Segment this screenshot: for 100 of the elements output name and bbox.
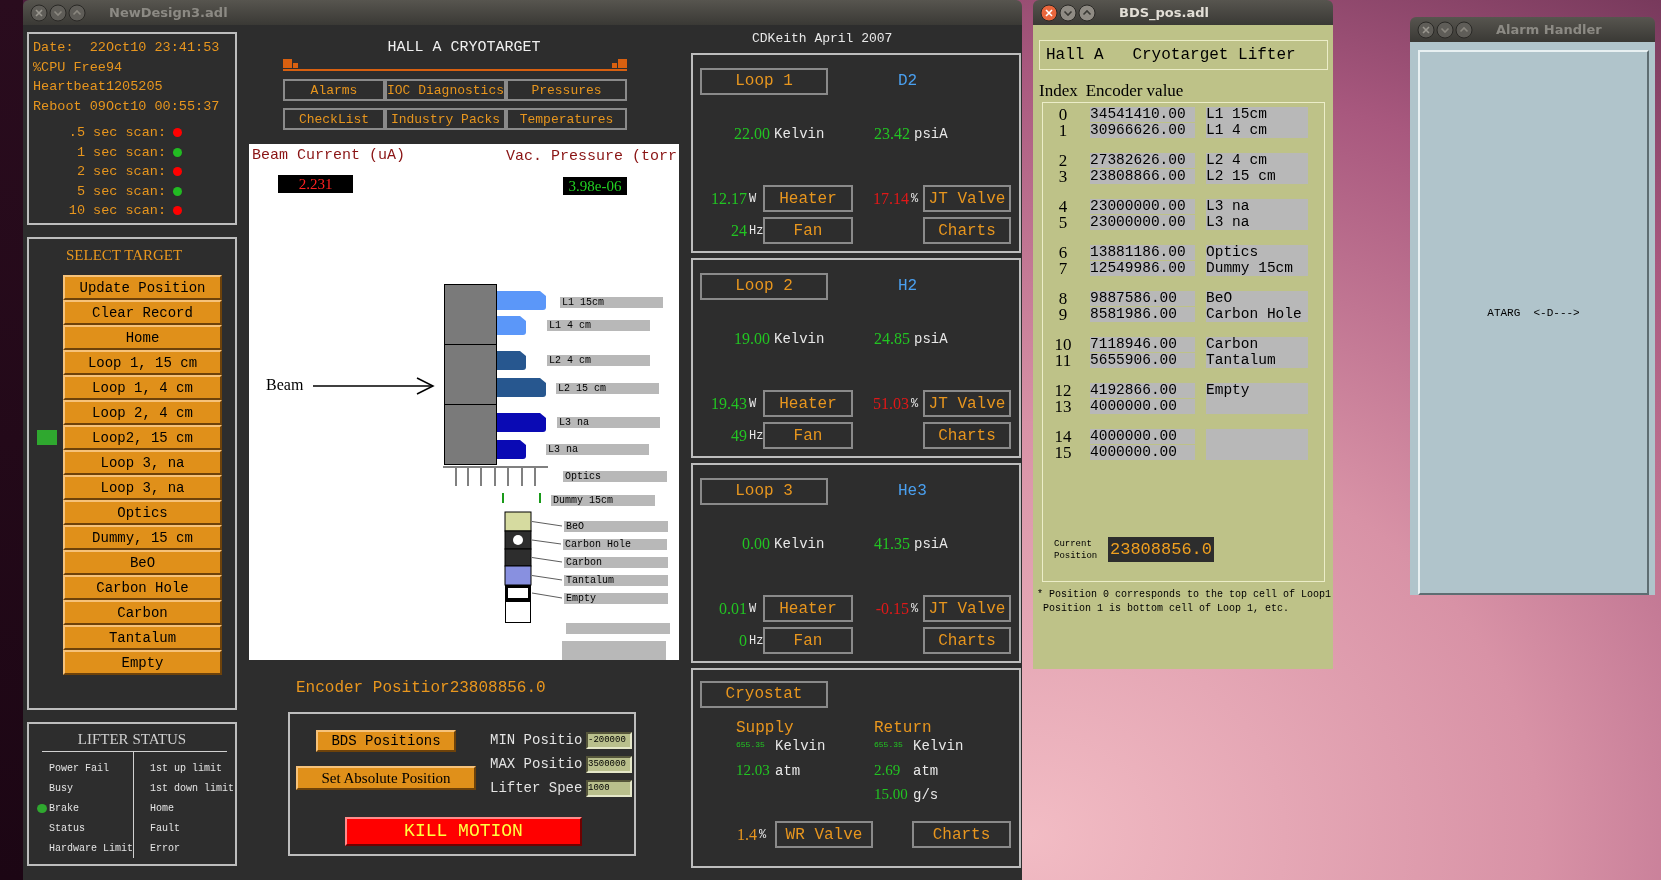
- encoder-value: 4000000.00: [1090, 399, 1195, 414]
- encoder-value: 4000000.00: [1090, 429, 1195, 444]
- pressure-value: 41.35: [873, 535, 910, 553]
- target-button[interactable]: Dummy, 15 cm: [63, 525, 222, 550]
- index-number: 12: [1054, 383, 1072, 399]
- heater-button[interactable]: Heater: [763, 595, 853, 622]
- target-button[interactable]: Loop 3, na: [63, 450, 222, 475]
- field-label: MIN Positio: [490, 732, 584, 748]
- target-button[interactable]: Loop 3, na: [63, 475, 222, 500]
- target-label: L3 na: [557, 417, 660, 428]
- status-label: 1st down limit: [150, 782, 235, 794]
- target-button[interactable]: Tantalum: [63, 625, 222, 650]
- target-button[interactable]: Loop 1, 4 cm: [63, 375, 222, 400]
- temperature-value: 655.35: [874, 739, 904, 749]
- fan-button[interactable]: Fan: [763, 217, 853, 244]
- encoder-value: 30966626.00: [1090, 123, 1195, 138]
- maximize-button[interactable]: [1078, 3, 1096, 22]
- charts-button[interactable]: Charts: [923, 422, 1011, 449]
- target-button[interactable]: Loop 2, 4 cm: [63, 400, 222, 425]
- leader-line: [531, 557, 563, 563]
- status-label: Home: [150, 802, 175, 814]
- target-button[interactable]: Carbon Hole: [63, 575, 222, 600]
- charts-button[interactable]: Charts: [923, 217, 1011, 244]
- unit-label: %: [910, 191, 920, 206]
- encoder-value: 7118946.00: [1090, 337, 1195, 352]
- gas-label: H2: [898, 277, 918, 295]
- index-number: 3: [1058, 168, 1068, 184]
- gas-label: D2: [898, 72, 918, 90]
- index-number: 6: [1058, 245, 1068, 261]
- temperature-value: 19.00: [733, 330, 770, 348]
- target-button[interactable]: Update Position: [63, 275, 222, 300]
- target-button[interactable]: Loop2, 15 cm: [63, 425, 222, 450]
- jt-valve-button[interactable]: JT Valve: [923, 390, 1011, 417]
- status-label: Hardware Limit: [49, 842, 133, 854]
- unit-label: %: [910, 601, 920, 616]
- nav-button[interactable]: CheckList: [283, 108, 385, 130]
- window-title: NewDesign3.adl: [109, 5, 228, 20]
- field-label: MAX Positio: [490, 756, 584, 772]
- input-field[interactable]: 1000: [586, 779, 632, 797]
- pressure-value: 23.42: [873, 125, 910, 143]
- unit-label: psiA: [914, 126, 949, 142]
- scan-label: 2 sec scan:: [75, 164, 166, 180]
- nav-button[interactable]: Pressures: [506, 79, 627, 101]
- unit-label: Kelvin: [774, 126, 826, 142]
- target-button[interactable]: Carbon: [63, 600, 222, 625]
- jt-valve-button[interactable]: JT Valve: [923, 595, 1011, 622]
- kill-motion-button[interactable]: KILL MOTION: [345, 816, 582, 846]
- maximize-button[interactable]: [1455, 20, 1473, 39]
- loop-button[interactable]: Loop 3: [700, 477, 828, 505]
- target-button[interactable]: Home: [63, 325, 222, 350]
- cryostat-button[interactable]: Cryostat: [700, 680, 828, 708]
- window-title: Alarm Handler: [1496, 22, 1602, 37]
- valve-value: 1.4: [736, 825, 757, 844]
- target-label: L1 15cm: [560, 297, 663, 308]
- unit-label: Kelvin: [774, 536, 826, 552]
- heater-button[interactable]: Heater: [763, 185, 853, 212]
- marker-tick: [539, 493, 541, 503]
- wr-valve-button[interactable]: WR Valve: [775, 821, 873, 848]
- screen-title: HALL A CRYOTARGET: [386, 39, 542, 57]
- target-button[interactable]: Optics: [63, 500, 222, 525]
- nav-button[interactable]: Alarms: [283, 79, 385, 101]
- target-button[interactable]: Loop 1, 15 cm: [63, 350, 222, 375]
- target-button[interactable]: Empty: [63, 650, 222, 675]
- target-button[interactable]: BeO: [63, 550, 222, 575]
- input-field[interactable]: 3500000: [586, 755, 632, 773]
- unit-label: %: [758, 827, 768, 842]
- nav-button[interactable]: Industry Packs: [385, 108, 506, 130]
- set-position-button[interactable]: Set Absolute Position: [296, 766, 476, 790]
- nav-button[interactable]: Temperatures: [506, 108, 627, 130]
- index-number: 9: [1058, 306, 1068, 322]
- loop-button[interactable]: Loop 1: [700, 67, 828, 95]
- jt-valve-button[interactable]: JT Valve: [923, 185, 1011, 212]
- status-text: %CPU Free94: [33, 58, 124, 77]
- target-label: L3 na: [546, 444, 649, 455]
- minimize-button[interactable]: [1059, 3, 1077, 22]
- bds-positions-button[interactable]: BDS Positions: [316, 730, 456, 752]
- fan-button[interactable]: Fan: [763, 422, 853, 449]
- input-field[interactable]: -200000: [586, 731, 632, 749]
- loop-button[interactable]: Loop 2: [700, 272, 828, 300]
- charts-button[interactable]: Charts: [923, 627, 1011, 654]
- fan-button[interactable]: Fan: [763, 627, 853, 654]
- target-button[interactable]: Clear Record: [63, 300, 222, 325]
- column-title: Supply: [736, 718, 795, 738]
- encoder-value: 23808866.00: [1090, 169, 1195, 184]
- panel-title: LIFTER STATUS: [76, 730, 188, 748]
- pressure-value: 24.85: [873, 330, 910, 348]
- close-button[interactable]: [1040, 3, 1058, 22]
- pressure-value: 2.69: [874, 762, 902, 779]
- minimize-button[interactable]: [49, 3, 67, 22]
- nav-button[interactable]: IOC Diagnostics: [385, 79, 506, 101]
- minimize-button[interactable]: [1436, 20, 1454, 39]
- status-label: 1st up limit: [150, 762, 223, 774]
- encoder-value: 23000000.00: [1090, 215, 1195, 230]
- unit-label: Hz: [748, 633, 763, 648]
- maximize-button[interactable]: [68, 3, 86, 22]
- unit-label: %: [910, 396, 920, 411]
- charts-button[interactable]: Charts: [912, 821, 1011, 848]
- heater-button[interactable]: Heater: [763, 390, 853, 417]
- target-label: L2 15 cm: [556, 383, 659, 394]
- index-number: 0: [1058, 107, 1068, 123]
